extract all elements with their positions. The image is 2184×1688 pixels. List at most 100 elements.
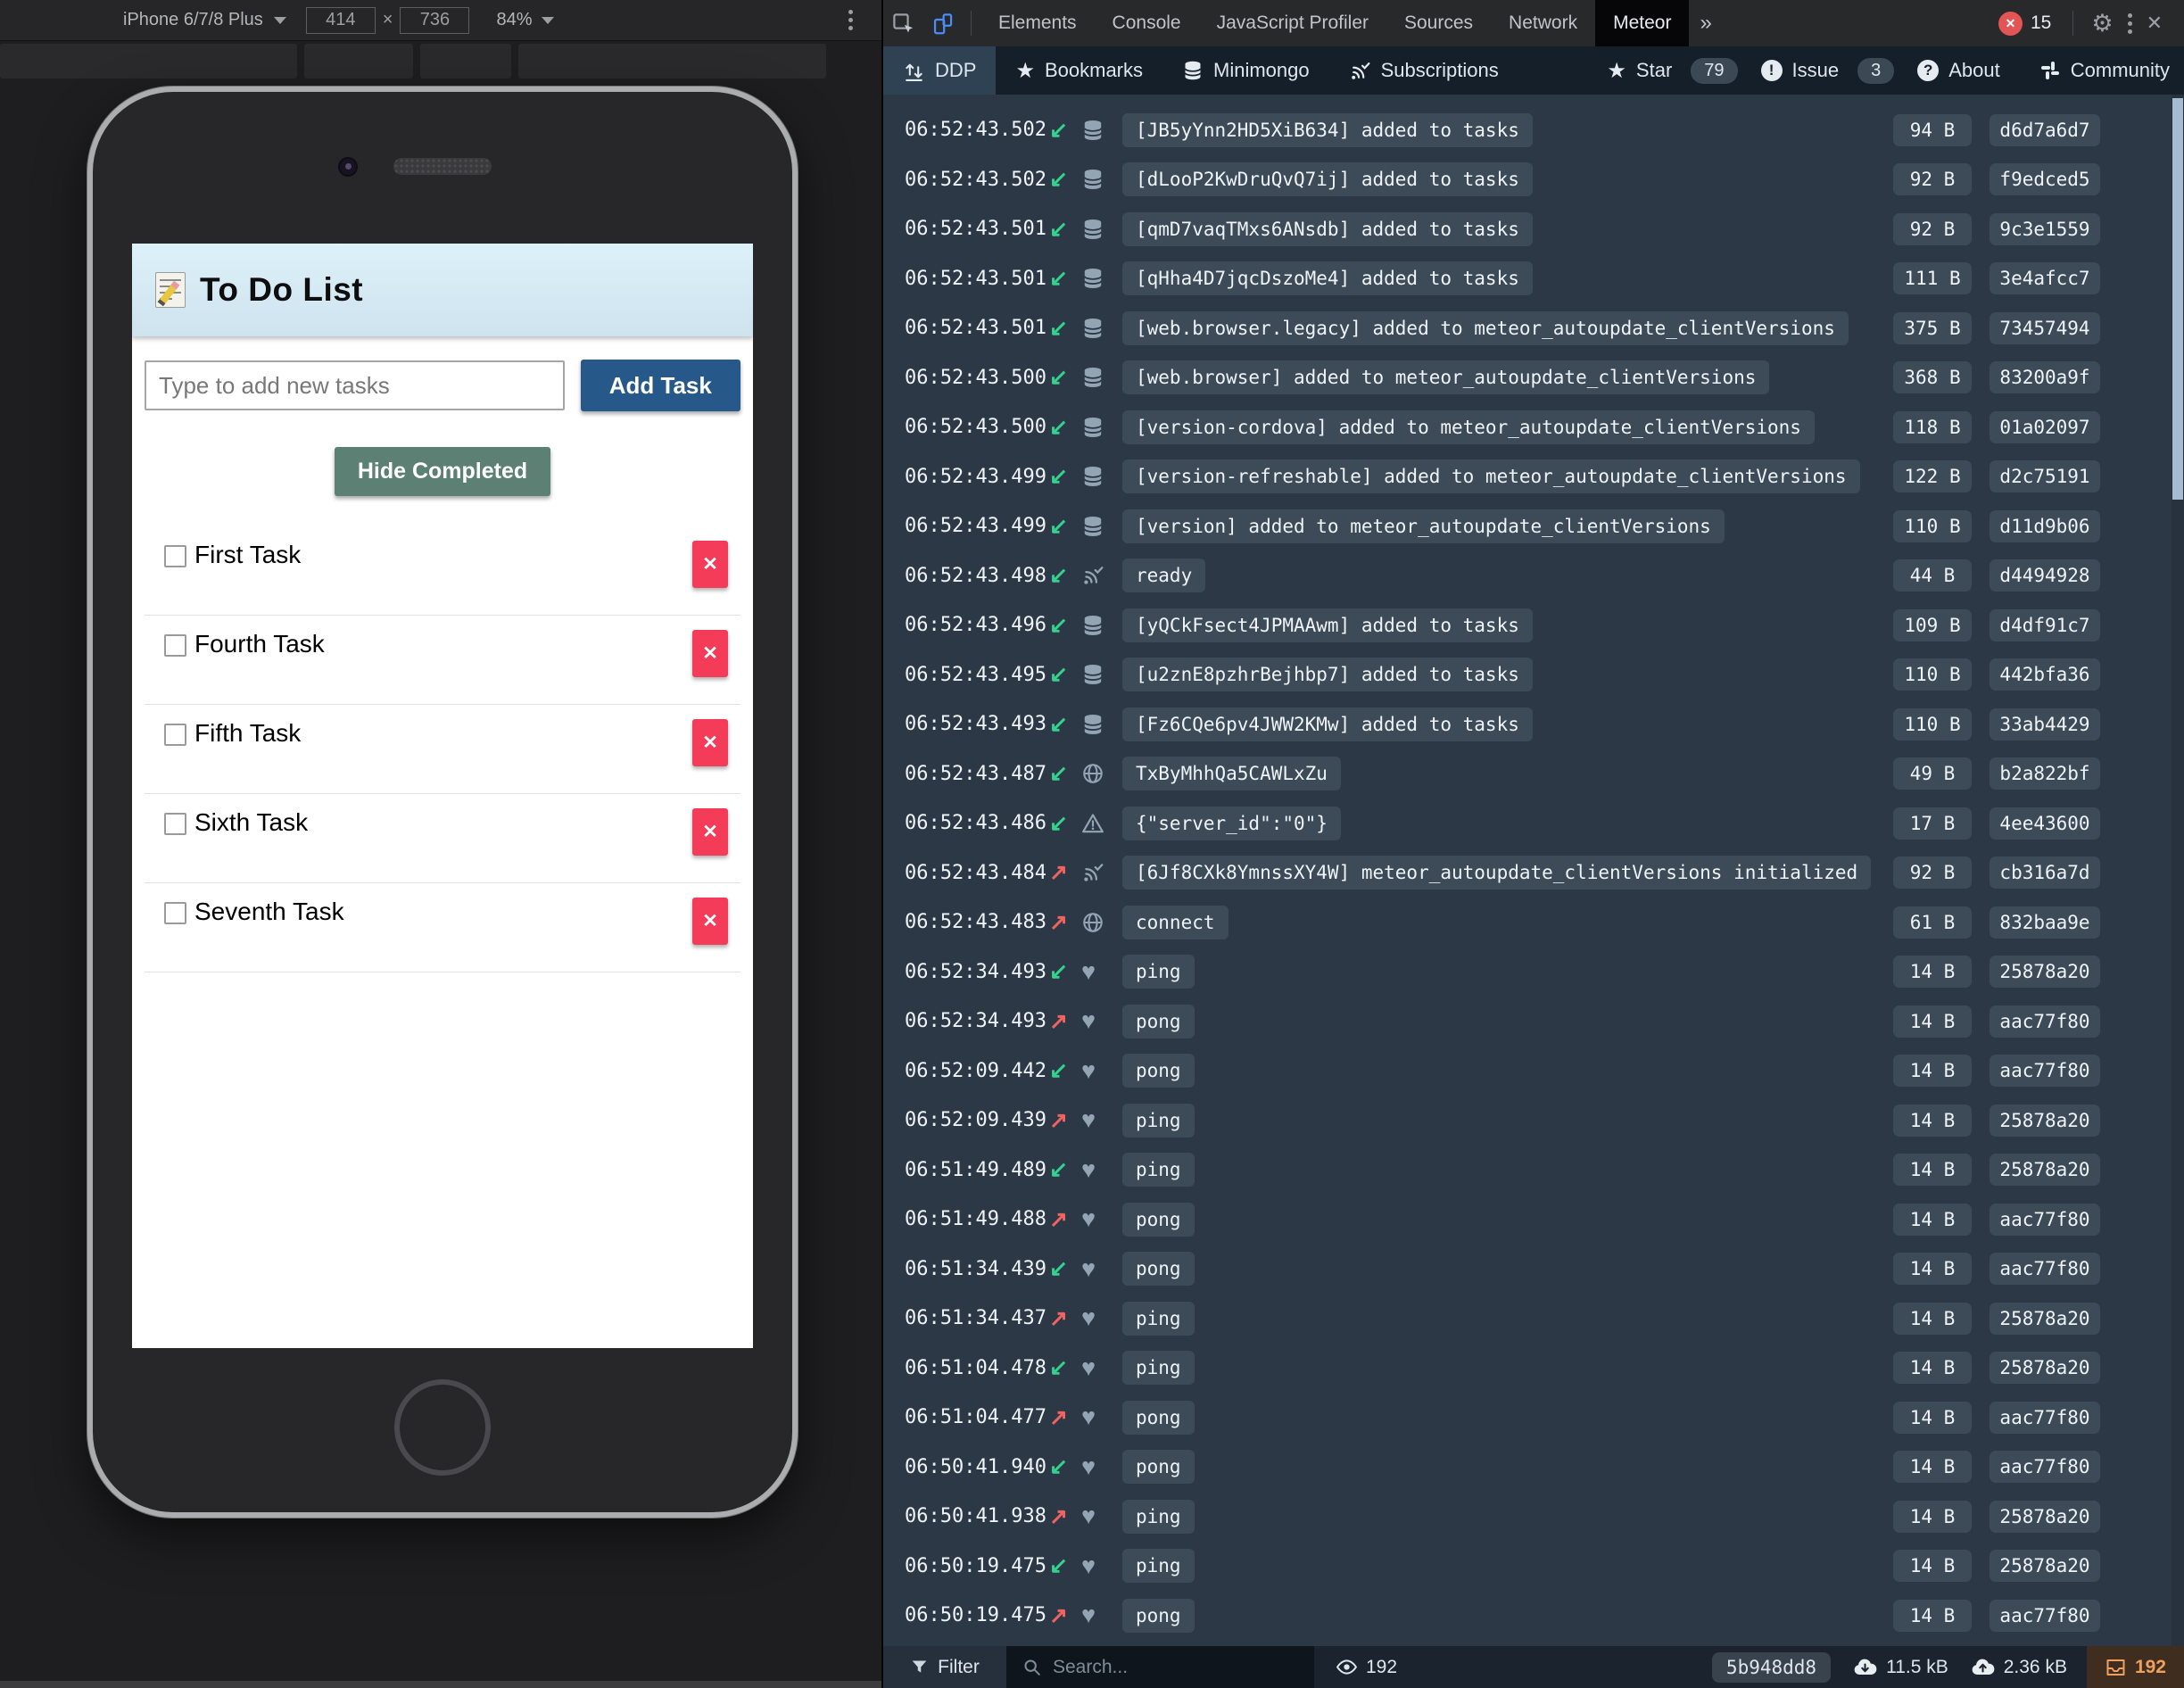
incoming-arrow-icon: ↙	[1049, 364, 1081, 391]
scrollbar-thumb[interactable]	[2172, 98, 2183, 500]
tabstrip-segment	[0, 44, 297, 79]
delete-task-button[interactable]: ✕	[692, 898, 728, 945]
device-select[interactable]: iPhone 6/7/8 Plus	[123, 10, 286, 30]
log-row[interactable]: 06:52:43.500 ↙ [version-cordova] added t…	[883, 402, 2184, 452]
log-row[interactable]: 06:51:34.439 ↙ ♥ pong 14 B aac77f80	[883, 1245, 2184, 1295]
incoming-arrow-icon: ↙	[1049, 958, 1081, 985]
pending-messages-badge[interactable]: 192	[2087, 1646, 2184, 1688]
log-row[interactable]: 06:51:34.437 ↗ ♥ ping 14 B 25878a20	[883, 1294, 2184, 1344]
issue-button[interactable]: ! Issue 3	[1741, 46, 1899, 95]
star-repo-button[interactable]: ★ Star 79	[1587, 46, 1741, 95]
about-button[interactable]: ? About	[1898, 46, 2020, 95]
log-row[interactable]: 06:52:43.483 ↗ connect 61 B 832baa9e	[883, 898, 2184, 947]
task-checkbox[interactable]	[164, 902, 186, 924]
log-row[interactable]: 06:52:34.493 ↙ ♥ ping 14 B 25878a20	[883, 947, 2184, 997]
tab-javascript-profiler[interactable]: JavaScript Profiler	[1199, 0, 1386, 46]
log-row[interactable]: 06:52:34.493 ↗ ♥ pong 14 B aac77f80	[883, 997, 2184, 1047]
tab-subscriptions[interactable]: Subscriptions	[1329, 46, 1518, 95]
outgoing-arrow-icon: ↗	[1049, 909, 1081, 936]
log-message: pong	[1122, 1203, 1195, 1237]
log-timestamp: 06:52:43.501	[905, 317, 1049, 339]
log-row[interactable]: 06:50:19.475 ↙ ♥ ping 14 B 25878a20	[883, 1542, 2184, 1592]
horizontal-scrollbar[interactable]	[0, 1681, 881, 1688]
tab-elements[interactable]: Elements	[980, 0, 1095, 46]
device-toolbar-menu-button[interactable]	[843, 4, 858, 36]
community-button[interactable]: Community	[2020, 46, 2184, 95]
task-checkbox[interactable]	[164, 545, 186, 567]
viewport-width-input[interactable]	[306, 7, 376, 34]
log-row[interactable]: 06:52:43.493 ↙ [Fz6CQe6pv4JWW2KMw] added…	[883, 699, 2184, 749]
log-row[interactable]: 06:52:43.495 ↙ [u2znE8pzhrBejhbp7] added…	[883, 650, 2184, 700]
log-row[interactable]: 06:52:43.502 ↙ [JB5yYnn2HD5XiB634] added…	[883, 105, 2184, 155]
task-checkbox[interactable]	[164, 634, 186, 657]
log-row[interactable]: 06:52:43.487 ↙ TxByMhhQa5CAWLxZu 49 B b2…	[883, 749, 2184, 799]
log-timestamp: 06:50:19.475	[905, 1604, 1049, 1626]
tab-ddp-label: DDP	[935, 59, 976, 82]
log-row[interactable]: 06:50:41.940 ↙ ♥ pong 14 B aac77f80	[883, 1443, 2184, 1493]
devtools-menu-button[interactable]	[2122, 8, 2138, 39]
incoming-arrow-icon: ↙	[1049, 1255, 1081, 1282]
message-hash-badge: 442bfa36	[1990, 658, 2100, 691]
new-task-input[interactable]	[145, 360, 565, 410]
device-toolbar-toggle-icon[interactable]	[922, 0, 962, 46]
log-row[interactable]: 06:52:43.499 ↙ [version] added to meteor…	[883, 501, 2184, 551]
log-row[interactable]: 06:52:43.484 ↗ [6Jf8CXk8YmnssXY4W] meteo…	[883, 848, 2184, 898]
delete-task-button[interactable]: ✕	[692, 630, 728, 677]
tab-console[interactable]: Console	[1095, 0, 1199, 46]
message-size-badge: 14 B	[1893, 1501, 1972, 1533]
gear-icon[interactable]: ⚙	[2082, 10, 2122, 37]
log-row[interactable]: 06:51:49.488 ↗ ♥ pong 14 B aac77f80	[883, 1195, 2184, 1245]
tab-network[interactable]: Network	[1491, 0, 1595, 46]
delete-task-button[interactable]: ✕	[692, 808, 728, 856]
add-task-button[interactable]: Add Task	[581, 360, 740, 411]
log-row[interactable]: 06:52:43.496 ↙ [yQCkFsect4JPMAAwm] added…	[883, 600, 2184, 650]
search-input[interactable]	[1053, 1657, 1267, 1678]
device-select-label: iPhone 6/7/8 Plus	[123, 10, 263, 30]
log-row[interactable]: 06:51:04.477 ↗ ♥ pong 14 B aac77f80	[883, 1393, 2184, 1443]
issue-icon: !	[1761, 60, 1783, 81]
log-row[interactable]: 06:52:43.501 ↙ [qmD7vaqTMxs6ANsdb] added…	[883, 204, 2184, 254]
window: iPhone 6/7/8 Plus × 84%	[0, 0, 2184, 1688]
tab-sources[interactable]: Sources	[1386, 0, 1491, 46]
message-size-badge: 14 B	[1893, 1402, 1972, 1434]
zoom-select[interactable]: 84%	[496, 10, 553, 30]
tab-minimongo[interactable]: Minimongo	[1162, 46, 1329, 95]
log-row[interactable]: 06:51:04.478 ↙ ♥ ping 14 B 25878a20	[883, 1344, 2184, 1394]
delete-task-button[interactable]: ✕	[692, 541, 728, 588]
log-row[interactable]: 06:52:43.502 ↙ [dLooP2KwDruQvQ7ij] added…	[883, 155, 2184, 205]
delete-task-button[interactable]: ✕	[692, 719, 728, 766]
close-icon[interactable]: ✕	[2138, 12, 2172, 35]
log-message: [JB5yYnn2HD5XiB634] added to tasks	[1122, 113, 1533, 147]
vertical-scrollbar[interactable]	[2172, 95, 2184, 1646]
download-icon	[1852, 1657, 1878, 1678]
log-row[interactable]: 06:51:49.489 ↙ ♥ ping 14 B 25878a20	[883, 1146, 2184, 1196]
log-row[interactable]: 06:52:43.499 ↙ [version-refreshable] add…	[883, 452, 2184, 502]
inspect-element-icon[interactable]	[883, 0, 922, 46]
viewport-height-input[interactable]	[400, 7, 469, 34]
message-size-badge: 94 B	[1893, 114, 1972, 146]
log-row[interactable]: 06:52:43.500 ↙ [web.browser] added to me…	[883, 353, 2184, 403]
log-row[interactable]: 06:52:43.486 ↙ {"server_id":"0"} 17 B 4e…	[883, 798, 2184, 848]
tab-meteor[interactable]: Meteor	[1595, 0, 1689, 46]
log-row[interactable]: 06:52:43.501 ↙ [qHha4D7jqcDszoMe4] added…	[883, 254, 2184, 304]
log-row[interactable]: 06:52:09.442 ↙ ♥ pong 14 B aac77f80	[883, 1047, 2184, 1096]
log-row[interactable]: 06:50:41.938 ↗ ♥ ping 14 B 25878a20	[883, 1492, 2184, 1542]
task-checkbox[interactable]	[164, 724, 186, 746]
db-icon	[1081, 614, 1122, 637]
log-timestamp: 06:52:09.442	[905, 1060, 1049, 1082]
task-checkbox[interactable]	[164, 813, 186, 835]
hide-completed-button[interactable]: Hide Completed	[335, 447, 550, 496]
tab-bookmarks[interactable]: ★ Bookmarks	[996, 46, 1162, 95]
log-row[interactable]: 06:52:43.498 ↙ ready 44 B d4494928	[883, 551, 2184, 601]
heart-icon: ♥	[1081, 1257, 1122, 1281]
tab-ddp[interactable]: DDP	[883, 46, 996, 95]
add-task-form: Add Task	[145, 360, 740, 411]
filter-button[interactable]: Filter	[883, 1646, 1006, 1688]
log-row[interactable]: 06:50:19.475 ↗ ♥ pong 14 B aac77f80	[883, 1591, 2184, 1641]
phone-camera	[338, 157, 358, 177]
error-badge[interactable]: ✕ 15	[1998, 12, 2051, 36]
message-hash-badge: 9c3e1559	[1990, 213, 2100, 245]
log-row[interactable]: 06:52:09.439 ↗ ♥ ping 14 B 25878a20	[883, 1096, 2184, 1146]
more-tabs-icon[interactable]: »	[1689, 11, 1722, 36]
log-row[interactable]: 06:52:43.501 ↙ [web.browser.legacy] adde…	[883, 303, 2184, 353]
